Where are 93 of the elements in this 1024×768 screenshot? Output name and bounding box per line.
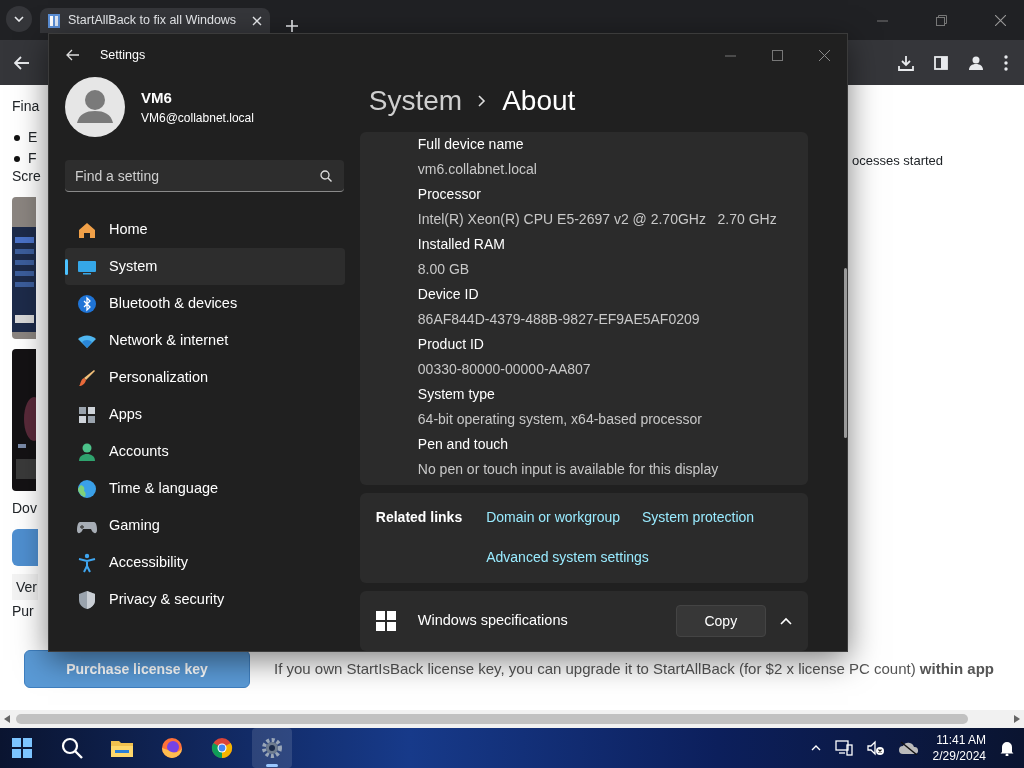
spec-value: 00330-80000-00000-AA807 [417,360,592,379]
bell-icon[interactable] [1000,740,1014,756]
nav-item[interactable]: Accounts [65,433,345,470]
back-arrow-icon[interactable] [14,56,30,71]
section-title: Windows specifications [417,611,568,631]
spec-value: 86AF844D-4379-488B-9827-EF9AE5AF0209 [417,310,701,329]
search-icon [320,170,332,182]
paragraph-text: ocesses started [852,153,944,168]
heading: Dov [12,501,38,518]
accessibility-icon [77,552,97,573]
spec-label: System type [417,385,496,404]
heading: Fina [12,99,38,116]
spec-value: vm6.collabnet.local [417,160,538,179]
bullet-icon [14,155,20,162]
related-link[interactable]: Domain or workgroup [486,507,621,529]
clock-time: 11:41 AM [936,731,986,748]
spec-value: Intel(R) Xeon(R) CPU E5-2697 v2 @ 2.70GHz 2.70 GHz [417,210,778,229]
spec-label: Pen and touch [417,435,510,454]
nav-item[interactable]: Gaming [65,507,345,544]
scrollbar-thumb[interactable] [844,268,847,438]
spec-label: Product ID [417,335,485,354]
back-arrow-icon[interactable] [66,49,80,61]
related-link[interactable]: System protection [642,507,755,529]
nav-item[interactable]: Accessibility [65,544,345,581]
search-field[interactable]: Find a setting [65,160,344,192]
gear-icon [260,736,284,760]
firefox-icon [160,736,184,760]
clock-date: 2/29/2024 [932,748,986,765]
nav-item[interactable]: Apps [65,396,345,433]
restore-icon[interactable] [936,15,947,26]
spec-value: No pen or touch input is available for this display [417,460,720,479]
menu-icon[interactable] [1004,54,1008,71]
scroll-left-icon[interactable] [4,715,10,723]
grid-icon [77,404,97,425]
chevron-down-icon [14,16,24,22]
windows-icon [375,611,396,631]
chevron-right-icon [478,95,487,107]
upgrade-note: If you own StartIsBack license key, you can upgrade it to StartAllBack (for $2 x license PC count) within app [274,658,995,679]
spec-label: Full device name [417,135,525,154]
browser-tab[interactable]: StartAllBack to fix all Windows [40,8,270,33]
nav-item[interactable]: Privacy & security [65,581,345,618]
download-icon[interactable] [898,54,914,71]
bullet-icon [14,134,20,141]
related-link[interactable]: Advanced system settings [486,547,649,569]
person-icon [77,441,97,462]
spec-value: 8.00 GB [417,260,471,279]
nav-item[interactable]: Network & internet [65,322,345,359]
search-icon [60,736,84,760]
page-title: About [502,84,576,118]
spec-label: Processor [417,185,482,204]
user-name: VM6 [141,87,173,108]
spec-label: Device ID [417,285,480,304]
tab-title: StartAllBack to fix all Windows [68,12,238,30]
list-item: F [28,149,37,168]
scroll-thumb[interactable] [16,714,968,724]
brush-icon [77,367,97,388]
heading: Scre [12,169,38,186]
bluetooth-icon [77,293,97,314]
list-item: E [28,128,38,147]
spec-value: 64-bit operating system, x64-based processor [417,410,703,429]
spec-label: Installed RAM [417,235,506,254]
nav-item[interactable]: Home [65,211,345,248]
copy-button[interactable]: Copy [675,605,766,637]
maximize-icon[interactable] [772,49,783,61]
windows-icon [10,736,34,760]
user-email: VM6@collabnet.local [141,110,254,128]
globe-icon [77,478,97,499]
chevron-up-icon[interactable] [810,745,821,751]
nav-item[interactable]: System [65,248,345,285]
clock[interactable]: 11:41 AM 2/29/2024 [932,731,986,765]
breadcrumb-link[interactable]: System [368,80,463,122]
version-text: Ver [12,574,38,600]
nav-item[interactable]: Bluetooth & devices [65,285,345,322]
muted-speaker-icon[interactable] [866,740,885,756]
heading: Pur [12,604,35,621]
close-icon[interactable] [995,15,1006,26]
plus-icon[interactable] [286,19,298,32]
chevron-up-icon[interactable] [779,617,792,625]
side-panel-icon[interactable] [934,55,948,70]
book-icon [48,13,60,28]
shield-icon [77,589,97,610]
network-icon[interactable] [834,740,853,756]
section-title: Related links [375,508,463,527]
chrome-icon [210,736,234,760]
avatar-icon [65,77,125,137]
nav-item[interactable]: Personalization [65,359,345,396]
scroll-right-icon[interactable] [1014,715,1020,723]
window-title: Settings [100,46,146,64]
close-icon[interactable] [819,49,830,61]
profile-icon[interactable] [968,54,984,71]
cloud-icon[interactable] [898,741,919,755]
nav-item[interactable]: Time & language [65,470,345,507]
tab-list-button[interactable] [6,6,32,32]
